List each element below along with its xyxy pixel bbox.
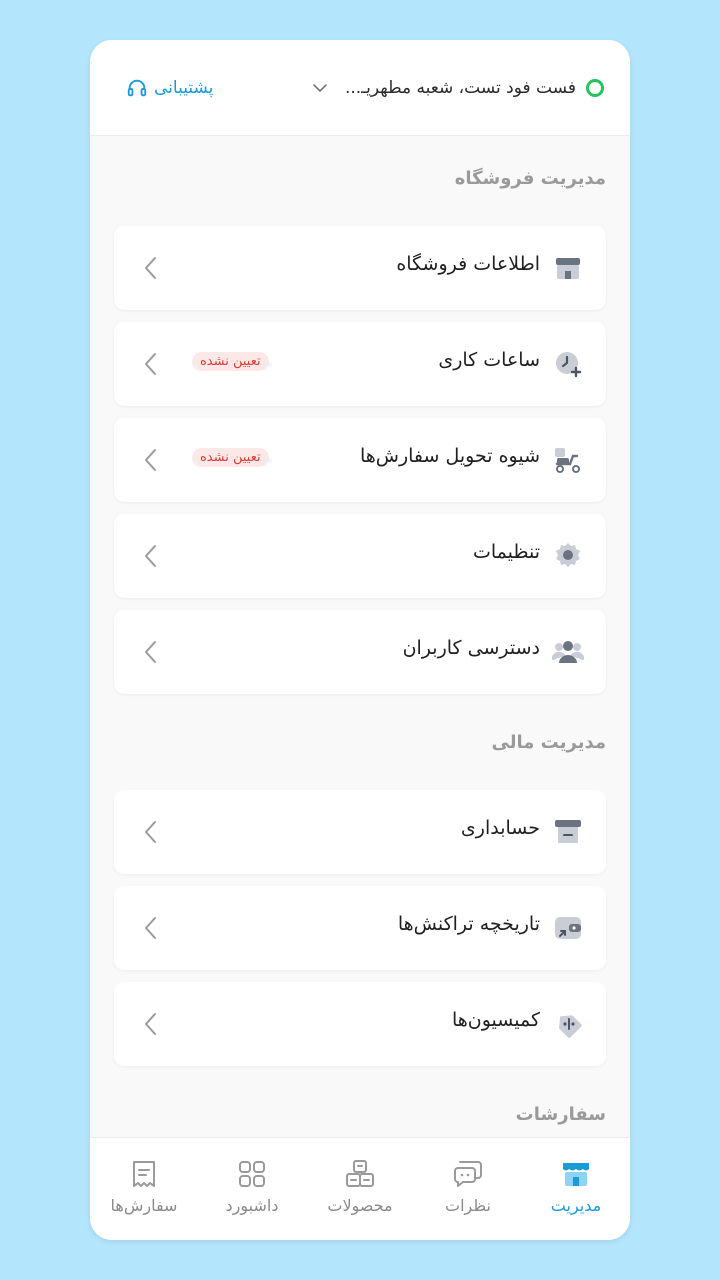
nav-tab-management[interactable]: مدیریت: [522, 1138, 630, 1240]
headset-icon: [127, 79, 147, 97]
status-badge: تعیین نشده: [192, 448, 269, 467]
users-icon: [552, 641, 584, 663]
chevron-left-icon: [145, 917, 156, 939]
menu-item-label: شیوه تحویل سفارش‌ها: [359, 445, 540, 467]
clock-icon: [556, 352, 582, 378]
chevron-left-icon: [145, 257, 156, 279]
store-icon: [563, 1163, 589, 1186]
nav-tab-orders[interactable]: سفارش‌ها: [90, 1138, 198, 1240]
support-label: پشتیبانی: [154, 78, 214, 98]
menu-item-label: دسترسی کاربران: [402, 637, 540, 659]
chevron-left-icon: [145, 821, 156, 843]
gear-icon: [556, 543, 580, 567]
chevron-left-icon: [145, 449, 156, 471]
boxes-icon: [346, 1160, 374, 1187]
menu-item-label: ساعات کاری: [438, 349, 540, 371]
wallet-icon: [555, 917, 581, 939]
store-icon: [556, 258, 580, 279]
menu-item-accounting[interactable]: حسابداری: [114, 790, 606, 874]
chevron-left-icon: [145, 353, 156, 375]
store-name: فست فود تست، شعبه مطهریـ...: [344, 78, 576, 98]
bottom-nav: سفارش‌ها داشبورد محصولات: [90, 1137, 630, 1240]
cash-register-icon: [555, 820, 581, 843]
menu-item-label: تنظیمات: [472, 541, 540, 563]
menu-item-label: کمیسیون‌ها: [451, 1009, 540, 1031]
menu-item-delivery-method[interactable]: شیوه تحویل سفارش‌ها تعیین نشده: [114, 418, 606, 502]
nav-tab-label: سفارش‌ها: [110, 1196, 178, 1215]
menu-item-commissions[interactable]: کمیسیون‌ها: [114, 982, 606, 1066]
nav-tab-reviews[interactable]: نظرات: [414, 1138, 522, 1240]
chat-icon: [454, 1161, 482, 1187]
menu-item-transaction-history[interactable]: تاریخچه تراکنش‌ها: [114, 886, 606, 970]
nav-tab-label: نظرات: [445, 1196, 491, 1215]
menu-item-label: اطلاعات فروشگاه: [396, 253, 540, 275]
menu-item-store-info[interactable]: اطلاعات فروشگاه: [114, 226, 606, 310]
menu-item-label: حسابداری: [460, 817, 540, 839]
nav-tab-dashboard[interactable]: داشبورد: [198, 1138, 306, 1240]
receipt-icon: [133, 1161, 155, 1187]
support-button[interactable]: پشتیبانی: [126, 76, 213, 100]
section-title-financial-management: مدیریت مالی: [491, 732, 606, 753]
nav-tab-products[interactable]: محصولات: [306, 1138, 414, 1240]
menu-item-working-hours[interactable]: ساعات کاری تعیین نشده: [114, 322, 606, 406]
online-status-icon: [586, 79, 604, 97]
chevron-left-icon: [145, 641, 156, 663]
store-selector[interactable]: فست فود تست، شعبه مطهریـ...: [311, 76, 604, 100]
top-bar: فست فود تست، شعبه مطهریـ... پشتیبانی: [90, 40, 630, 136]
menu-item-settings[interactable]: تنظیمات: [114, 514, 606, 598]
nav-tab-label: محصولات: [327, 1196, 393, 1215]
app-screen: فست فود تست، شعبه مطهریـ... پشتیبانی مدی…: [90, 40, 630, 1240]
chevron-down-icon: [313, 84, 327, 92]
chevron-left-icon: [145, 1013, 156, 1035]
delivery-scooter-icon: [555, 448, 580, 473]
section-title-store-management: مدیریت فروشگاه: [454, 168, 606, 189]
menu-item-user-access[interactable]: دسترسی کاربران: [114, 610, 606, 694]
chevron-left-icon: [145, 545, 156, 567]
dashboard-grid-icon: [239, 1161, 265, 1187]
nav-tab-label: مدیریت: [550, 1196, 602, 1215]
nav-tab-label: داشبورد: [225, 1196, 279, 1215]
tag-icon: [558, 1015, 582, 1038]
section-title-orders: سفارشات: [515, 1104, 606, 1125]
menu-item-label: تاریخچه تراکنش‌ها: [397, 913, 540, 935]
status-badge: تعیین نشده: [192, 352, 269, 371]
